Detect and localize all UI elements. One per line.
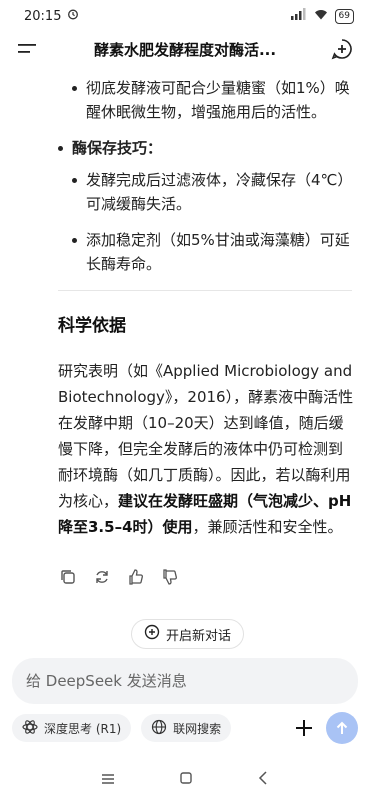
paragraph: 研究表明（如《Applied Microbiology and Biotechn… [58,358,356,540]
bullet-dot [72,238,77,243]
list-item-text: 发酵完成后过滤液体，冷藏保存（4℃）可减缓酶失活。 [86,171,345,213]
status-left: 20:15 [24,8,79,24]
wifi-icon [313,8,329,24]
bullet-dot [72,86,77,91]
list-item: 发酵完成后过滤液体，冷藏保存（4℃）可减缓酶失活。 [72,168,352,216]
send-button[interactable] [326,712,358,744]
list-item-text: 添加稳定剂（如5%甘油或海藻糖）可延长酶寿命。 [86,231,350,273]
regenerate-icon[interactable] [92,567,112,587]
paragraph-text: 研究表明（如《Applied Microbiology and Biotechn… [58,362,354,510]
deep-think-toggle[interactable]: 深度思考 (R1) [12,714,132,742]
menu-icon[interactable] [16,37,40,61]
new-chat-label: 开启新对话 [166,628,232,644]
attach-plus-button[interactable] [290,714,318,742]
atom-icon [22,719,38,738]
status-time: 20:15 [24,8,62,24]
deep-think-label: 深度思考 (R1) [44,721,122,736]
system-nav-bar [0,764,370,794]
new-chat-button[interactable]: 开启新对话 [131,619,245,649]
message-content: 彻底发酵液可配合少量糖蜜（如1%）唤醒休眠微生物，增强施用后的活性。 酶保存技巧… [0,70,370,630]
paragraph-text-end: ，兼顾活性和安全性。 [192,518,343,536]
message-actions [58,567,180,587]
web-search-toggle[interactable]: 联网搜索 [141,714,232,742]
thumbs-up-icon[interactable] [126,567,146,587]
home-icon[interactable] [179,770,193,789]
alarm-icon [67,8,79,24]
bullet-dot [72,178,77,183]
bullet-dot [58,146,63,151]
signal-icon [290,8,307,24]
status-right: 69 [290,8,354,24]
web-search-label: 联网搜索 [173,721,222,736]
message-input[interactable] [26,672,344,690]
list-item: 添加稳定剂（如5%甘油或海藻糖）可延长酶寿命。 [72,228,352,276]
thumbs-down-icon[interactable] [160,567,180,587]
header: 酵素水肥发酵程度对酶活... [0,32,370,66]
message-composer [12,658,358,704]
list-item: 酶保存技巧： [58,136,370,160]
recent-apps-icon[interactable] [101,770,115,789]
section-heading: 科学依据 [58,316,126,336]
page-title: 酵素水肥发酵程度对酶活... [93,40,277,59]
new-chat-icon[interactable] [330,37,354,61]
globe-icon [151,719,167,738]
list-item-text: 彻底发酵液可配合少量糖蜜（如1%）唤醒休眠微生物，增强施用后的活性。 [86,79,350,121]
status-bar: 20:15 69 [0,0,370,32]
plus-circle-icon [144,624,160,644]
divider [58,290,352,291]
battery-indicator: 69 [334,8,354,24]
list-item: 彻底发酵液可配合少量糖蜜（如1%）唤醒休眠微生物，增强施用后的活性。 [72,76,352,124]
section-tip-label: 酶保存技巧： [72,139,163,157]
composer-toolbar: 深度思考 (R1) 联网搜索 [12,712,358,744]
back-icon[interactable] [257,770,269,789]
copy-icon[interactable] [58,567,78,587]
